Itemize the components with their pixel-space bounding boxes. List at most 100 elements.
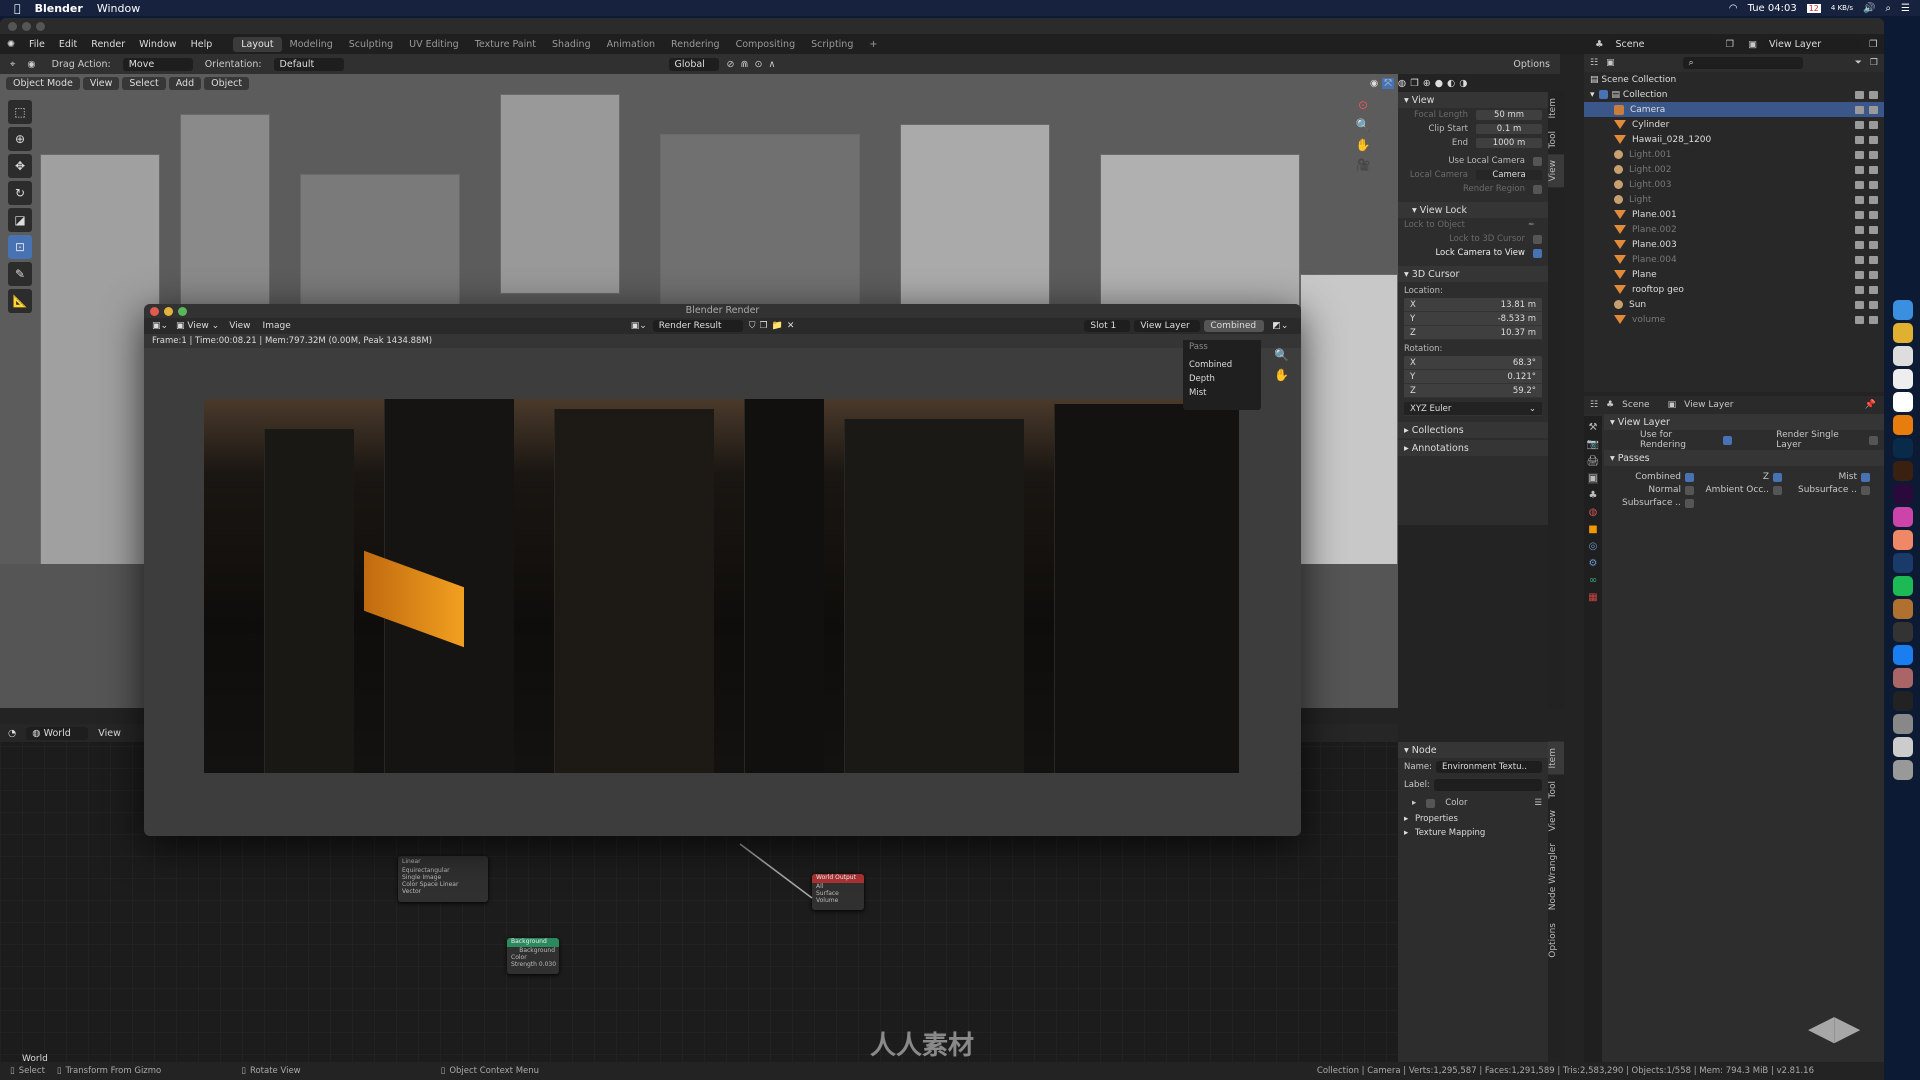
viewport-menu-view[interactable]: View [82, 76, 120, 90]
node-label-input[interactable] [1433, 779, 1542, 791]
display-channels-icon[interactable]: ◩⌄ [1272, 321, 1288, 331]
axis-gizmo-icon[interactable]: ⊙ [1358, 98, 1368, 112]
filter-view-layer-icon[interactable]: ▣ [1606, 58, 1615, 68]
render-visibility-icon[interactable] [1869, 105, 1878, 114]
shading-material-icon[interactable]: ◐ [1447, 78, 1455, 89]
node-tab-options[interactable]: Options [1548, 917, 1564, 964]
shader-type-select[interactable]: ◍ World [26, 726, 89, 740]
dock-final-cut-icon[interactable] [1893, 507, 1913, 527]
falloff-icon[interactable]: ∧ [768, 59, 775, 70]
viewport-visibility-icon[interactable] [1855, 315, 1864, 324]
outliner-item[interactable]: Plane.001 [1584, 207, 1884, 222]
tab-shading[interactable]: Shading [544, 37, 599, 52]
section-view-layer[interactable]: ▾ View Layer [1604, 414, 1884, 430]
viewport-visibility-icon[interactable] [1855, 165, 1864, 174]
shading-wireframe-icon[interactable]: ⊕ [1423, 78, 1431, 89]
pass-checkbox[interactable] [1685, 485, 1694, 495]
lock-3d-cursor-checkbox[interactable] [1533, 234, 1542, 244]
render-menu-image[interactable]: Image [263, 321, 291, 331]
viewport-menu-select[interactable]: Select [122, 76, 166, 90]
minimize-window-button[interactable] [22, 22, 31, 31]
render-menu-view-mode[interactable]: ▣ View ⌄ [176, 321, 219, 331]
rotate-icon[interactable]: ↻ [8, 181, 32, 205]
pass-toggle[interactable]: Mist [1788, 472, 1876, 482]
render-visibility-icon[interactable] [1869, 300, 1878, 309]
dock-calendar-icon[interactable] [1893, 392, 1913, 412]
dock-spotify-icon[interactable] [1893, 576, 1913, 596]
viewport-visibility-icon[interactable] [1855, 180, 1864, 189]
dock-system-preferences-icon[interactable] [1893, 714, 1913, 734]
outliner-item[interactable]: Light [1584, 192, 1884, 207]
new-image-icon[interactable]: ❐ [760, 321, 768, 331]
tab-rendering[interactable]: Rendering [663, 37, 728, 52]
scene-selector[interactable]: Scene [1609, 37, 1720, 51]
render-menu-view[interactable]: View [229, 321, 250, 331]
fake-user-icon[interactable]: ⛉ [749, 321, 756, 331]
apple-icon[interactable]:  [14, 2, 21, 15]
section-view[interactable]: ▾ View [1398, 92, 1548, 108]
object-tab-icon[interactable]: ■ [1588, 524, 1597, 535]
eyedropper-icon[interactable]: ✒ [1528, 220, 1535, 230]
viewport-visibility-icon[interactable] [1855, 120, 1864, 129]
scene-copy-icon[interactable]: ❐ [1726, 39, 1735, 50]
render-close-button[interactable] [150, 307, 159, 316]
wifi-icon[interactable]: ◠ [1729, 3, 1738, 14]
render-visibility-icon[interactable] [1869, 270, 1878, 279]
render-visibility-icon[interactable] [1869, 240, 1878, 249]
menu-file[interactable]: File [22, 39, 52, 50]
use-local-camera-checkbox[interactable] [1533, 156, 1542, 166]
section-texture-mapping[interactable]: ▸ Texture Mapping [1398, 826, 1548, 840]
render-visibility-icon[interactable] [1869, 195, 1878, 204]
outliner-item[interactable]: Plane.004 [1584, 252, 1884, 267]
render-tab-icon[interactable]: 📷 [1587, 439, 1599, 450]
outliner-item[interactable]: Plane.003 [1584, 237, 1884, 252]
camera-view-icon[interactable]: 🎥 [1356, 158, 1371, 172]
tool-settings-icon[interactable]: ⌖ [10, 59, 15, 70]
scale-icon[interactable]: ◪ [8, 208, 32, 232]
outliner-item[interactable]: rooftop geo [1584, 282, 1884, 297]
dock-speaker-icon[interactable] [1893, 599, 1913, 619]
outliner-item[interactable]: Hawaii_028_1200 [1584, 132, 1884, 147]
render-minimize-button[interactable] [164, 307, 173, 316]
drag-action-select[interactable]: Move [122, 57, 193, 71]
slot-select[interactable]: Slot 1 [1084, 320, 1131, 332]
location-z-field[interactable]: Z 10.37 m [1404, 326, 1542, 340]
dock-photoshop-icon[interactable] [1893, 438, 1913, 458]
render-visibility-icon[interactable] [1869, 90, 1878, 99]
zoom-icon[interactable]: 🔍 [1356, 118, 1371, 132]
outliner-item[interactable]: Camera [1584, 102, 1884, 117]
pass-option-mist[interactable]: Mist [1183, 386, 1261, 400]
outliner-item[interactable]: Light.003 [1584, 177, 1884, 192]
clip-start-field[interactable]: 0.1 m [1476, 124, 1542, 134]
zoom-icon[interactable]: 🔍 [1274, 348, 1289, 362]
pan-hand-icon[interactable]: ✋ [1356, 138, 1371, 152]
render-visibility-icon[interactable] [1869, 255, 1878, 264]
annotate-icon[interactable]: ✎ [8, 262, 32, 286]
dock-clock-icon[interactable] [1893, 346, 1913, 366]
gizmo-toggle-icon[interactable]: ⤧ [1382, 77, 1394, 89]
pin-icon[interactable]: 📌 [1865, 400, 1876, 410]
pass-toggle[interactable]: Subsurface .. [1788, 485, 1876, 495]
render-visibility-icon[interactable] [1869, 165, 1878, 174]
active-tool-icon[interactable]: ◉ [27, 59, 35, 70]
mode-select[interactable]: Object Mode [6, 76, 80, 90]
pass-checkbox[interactable] [1685, 472, 1694, 482]
render-visibility-icon[interactable] [1869, 210, 1878, 219]
menu-render[interactable]: Render [84, 39, 132, 50]
viewport-visibility-icon[interactable] [1855, 135, 1864, 144]
dock-documents-icon[interactable] [1893, 737, 1913, 757]
section-collections[interactable]: ▸ Collections [1398, 422, 1548, 438]
visibility-icon[interactable]: ◉ [1370, 78, 1378, 89]
navigation-gizmo[interactable]: ⊙ 🔍 ✋ 🎥 [1338, 98, 1388, 238]
render-visibility-icon[interactable] [1869, 150, 1878, 159]
options-dropdown[interactable]: Options [1513, 59, 1550, 70]
tab-layout[interactable]: Layout [233, 36, 282, 52]
new-collection-icon[interactable]: ❐ [1870, 58, 1878, 68]
dock-reminders-icon[interactable] [1893, 369, 1913, 389]
node-tab-view[interactable]: View [1548, 804, 1564, 837]
viewport-visibility-icon[interactable] [1855, 300, 1864, 309]
particles-tab-icon[interactable]: ⚙ [1589, 558, 1598, 569]
section-3d-cursor[interactable]: ▾ 3D Cursor [1398, 266, 1548, 282]
move-icon[interactable]: ✥ [8, 154, 32, 178]
render-result-image[interactable] [204, 399, 1239, 773]
